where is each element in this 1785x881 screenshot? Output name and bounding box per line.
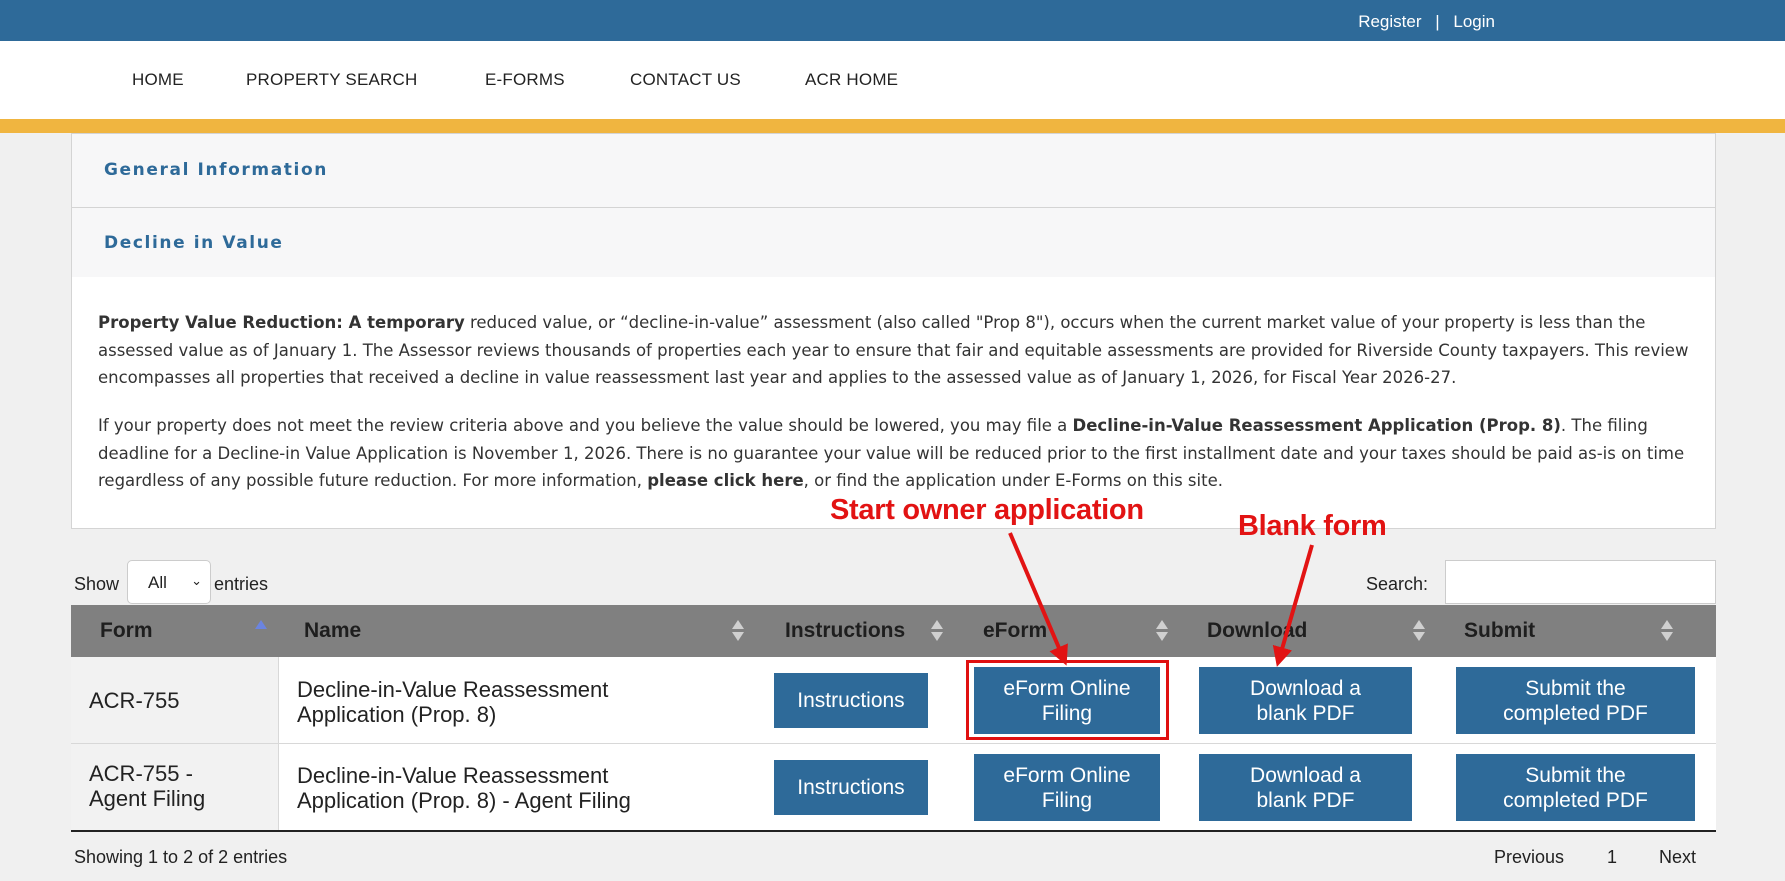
- submit-completed-pdf-button[interactable]: Submit the completed PDF: [1456, 667, 1695, 734]
- decline-content-panel: Property Value Reduction: A temporary re…: [71, 277, 1716, 529]
- highlight-box: [966, 660, 1169, 740]
- submit-completed-pdf-button[interactable]: Submit the completed PDF: [1456, 754, 1695, 821]
- nav-contact-us[interactable]: CONTACT US: [630, 70, 741, 90]
- entries-label: entries: [214, 574, 269, 594]
- column-download[interactable]: Download: [1207, 619, 1307, 643]
- main-nav: HOME PROPERTY SEARCH E-FORMS CONTACT US …: [0, 41, 1785, 119]
- accent-bar: [0, 119, 1785, 133]
- sort-asc-icon[interactable]: [255, 620, 267, 642]
- table-header: Form Name Instructions eForm Download Su…: [71, 605, 1716, 657]
- accordion-title: General Information: [104, 160, 328, 180]
- form-name: Decline-in-Value Reassessment Applicatio…: [297, 677, 609, 727]
- column-eform[interactable]: eForm: [983, 619, 1047, 643]
- filing-text-1: If your property does not meet the revie…: [98, 416, 1073, 435]
- register-link[interactable]: Register: [1358, 12, 1421, 31]
- column-name[interactable]: Name: [304, 619, 361, 643]
- sort-icon[interactable]: [1156, 620, 1168, 642]
- form-cell: ACR-755: [71, 657, 279, 743]
- form-code: ACR-755: [89, 688, 180, 713]
- download-blank-pdf-button[interactable]: Download a blank PDF: [1199, 754, 1412, 821]
- sort-icon[interactable]: [931, 620, 943, 642]
- chevron-down-icon: ⌄: [191, 573, 202, 588]
- form-name: Decline-in-Value Reassessment Applicatio…: [297, 763, 631, 813]
- nav-home[interactable]: HOME: [132, 70, 184, 90]
- nav-property-search[interactable]: PROPERTY SEARCH: [246, 70, 417, 90]
- nav-e-forms[interactable]: E-FORMS: [485, 70, 565, 90]
- pagination-next[interactable]: Next: [1659, 847, 1696, 868]
- search-label: Search:: [1366, 574, 1429, 594]
- download-blank-pdf-button[interactable]: Download a blank PDF: [1199, 667, 1412, 734]
- paragraph-filing: If your property does not meet the revie…: [98, 412, 1698, 495]
- accordion-decline-in-value[interactable]: Decline in Value: [71, 207, 1716, 278]
- accordion-title: Decline in Value: [104, 233, 284, 253]
- sort-icon[interactable]: [1661, 620, 1673, 642]
- more-info-link[interactable]: please click here: [647, 471, 803, 490]
- annotation-blank-form: Blank form: [1238, 510, 1387, 542]
- entries-value: All: [148, 573, 167, 592]
- annotation-start-owner: Start owner application: [830, 494, 1144, 526]
- instructions-button[interactable]: Instructions: [774, 673, 928, 728]
- column-submit[interactable]: Submit: [1464, 619, 1535, 643]
- instructions-button[interactable]: Instructions: [774, 760, 928, 815]
- application-name: Decline-in-Value Reassessment Applicatio…: [1072, 416, 1561, 435]
- show-label: Show: [74, 574, 120, 594]
- auth-links: Register | Login: [1358, 12, 1495, 32]
- pagination-previous[interactable]: Previous: [1494, 847, 1564, 868]
- eform-online-filing-button[interactable]: eForm Online Filing: [974, 754, 1160, 821]
- column-instructions[interactable]: Instructions: [785, 619, 905, 643]
- auth-separator: |: [1435, 12, 1440, 31]
- column-form[interactable]: Form: [100, 619, 153, 643]
- form-cell: ACR-755 - Agent Filing: [71, 744, 279, 830]
- table-info: Showing 1 to 2 of 2 entries: [74, 847, 288, 867]
- pagination-page-1[interactable]: 1: [1607, 847, 1617, 868]
- table-row: ACR-755 Decline-in-Value Reassessment Ap…: [71, 657, 1716, 744]
- nav-acr-home[interactable]: ACR HOME: [805, 70, 898, 90]
- table-row: ACR-755 - Agent Filing Decline-in-Value …: [71, 744, 1716, 832]
- sort-icon[interactable]: [732, 620, 744, 642]
- paragraph-intro: Property Value Reduction: A temporary re…: [98, 309, 1698, 392]
- entries-select[interactable]: All ⌄: [127, 560, 211, 604]
- sort-icon[interactable]: [1413, 620, 1425, 642]
- top-bar: Register | Login: [0, 0, 1785, 41]
- form-code: ACR-755 - Agent Filing: [89, 761, 206, 811]
- accordion-general-information[interactable]: General Information: [71, 133, 1716, 208]
- intro-bold: Property Value Reduction: A temporary: [98, 313, 465, 332]
- search-input[interactable]: [1445, 560, 1716, 604]
- login-link[interactable]: Login: [1453, 12, 1495, 31]
- filing-text-3: , or find the application under E-Forms …: [803, 471, 1223, 490]
